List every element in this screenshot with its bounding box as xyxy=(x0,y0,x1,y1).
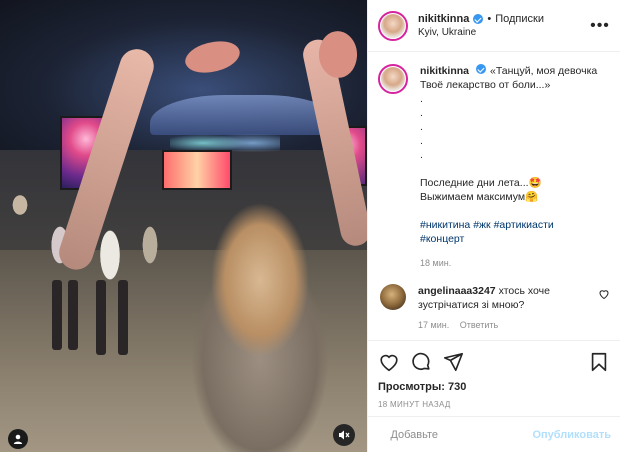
crowd-legs xyxy=(96,280,106,355)
author-avatar[interactable] xyxy=(378,10,408,41)
bookmark-icon xyxy=(591,352,607,372)
caption-line xyxy=(420,204,597,218)
speaker-muted-icon xyxy=(339,430,350,440)
caption-time-ago: 18 мин. xyxy=(420,258,452,268)
hashtags[interactable]: #никитина #жк #артикиасти xyxy=(420,218,597,232)
post-header: nikitkinna • Подписки Kyiv, Ukraine ••• xyxy=(368,0,620,52)
share-button[interactable] xyxy=(442,351,464,373)
caption-line: . xyxy=(420,149,423,161)
caption-line: Твоё лекарство от боли...» xyxy=(420,79,551,91)
reply-button[interactable]: Ответить xyxy=(460,320,498,330)
heart-icon xyxy=(380,354,398,372)
dancing-girl xyxy=(160,160,360,452)
caption-line: . xyxy=(420,135,423,147)
comment-time-ago: 17 мин. xyxy=(418,320,450,330)
add-comment-bar: Опубликовать xyxy=(368,416,620,452)
comment-bubble-icon xyxy=(412,352,430,370)
like-button[interactable] xyxy=(378,351,400,373)
caption-line: . xyxy=(420,107,423,119)
caption-line: «Танцуй, моя девочка xyxy=(490,65,598,77)
commenter-avatar[interactable] xyxy=(380,284,406,310)
caption-line: . xyxy=(420,93,423,105)
post-location[interactable]: Kyiv, Ukraine xyxy=(418,27,590,38)
post-caption: nikitkinna «Танцуй, моя девочка Твоё лека… xyxy=(378,64,610,270)
user-tag-icon[interactable] xyxy=(8,429,28,449)
instagram-post: nikitkinna • Подписки Kyiv, Ukraine ••• … xyxy=(0,0,620,452)
comment-input[interactable] xyxy=(390,428,533,441)
mute-button[interactable] xyxy=(333,424,355,446)
caption-line: . xyxy=(420,121,423,133)
hashtags[interactable]: #концерт xyxy=(420,232,597,246)
post-video[interactable] xyxy=(0,0,367,452)
comment-button[interactable] xyxy=(410,351,432,373)
post-side-panel: nikitkinna • Подписки Kyiv, Ukraine ••• … xyxy=(367,0,620,452)
ellipsis-icon[interactable]: ••• xyxy=(590,16,610,36)
crowd-legs xyxy=(68,280,78,350)
author-avatar[interactable] xyxy=(378,64,408,94)
following-button[interactable]: Подписки xyxy=(495,13,544,25)
caption-line: Последние дни лета...🤩 xyxy=(420,177,542,189)
verified-badge-icon xyxy=(476,64,487,74)
crowd-legs xyxy=(52,280,62,350)
separator-dot: • xyxy=(487,13,492,25)
commenter-username[interactable]: angelinaaa3247 xyxy=(418,285,496,297)
save-button[interactable] xyxy=(588,351,610,373)
verified-badge-icon xyxy=(473,14,484,24)
author-username[interactable]: nikitkinna xyxy=(418,13,469,25)
publish-button[interactable]: Опубликовать xyxy=(532,429,611,441)
comments-section: nikitkinna «Танцуй, моя девочка Твоё лека… xyxy=(368,52,620,340)
caption-line xyxy=(420,162,597,176)
comment-item: angelinaaa3247 хтось хоче зустрічатися з… xyxy=(378,284,610,332)
post-date: 18 минут назад xyxy=(378,400,451,409)
views-count[interactable]: Просмотры: 730 xyxy=(378,381,610,393)
caption-line: Выжимаем максимум🤗 xyxy=(420,191,539,203)
paper-plane-icon xyxy=(443,352,463,372)
comment-like-heart-icon[interactable] xyxy=(598,288,610,300)
crowd-legs xyxy=(118,280,128,355)
caption-username[interactable]: nikitkinna xyxy=(420,65,469,77)
